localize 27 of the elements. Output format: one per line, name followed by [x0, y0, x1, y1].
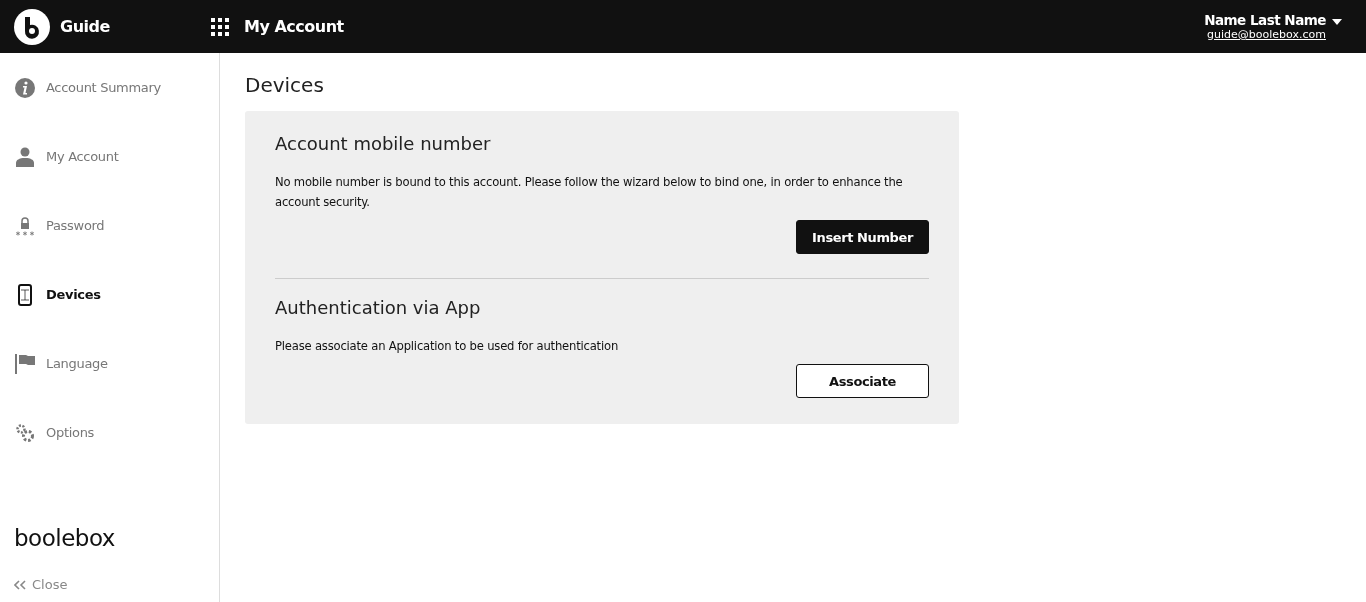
sidebar-item[interactable]: Password [0, 191, 219, 260]
user-icon [14, 145, 36, 168]
sidebar-item[interactable]: Account Summary [0, 53, 219, 122]
user-email[interactable]: guide@boolebox.com [1207, 28, 1326, 41]
action-button[interactable]: Insert Number [796, 220, 929, 254]
grid-icon[interactable] [210, 16, 230, 37]
page-title: Devices [245, 73, 325, 97]
logo-icon [14, 8, 50, 45]
brand-wordmark: boolebox [13, 525, 116, 551]
action-button[interactable]: Associate [796, 364, 929, 398]
sidebar-item[interactable]: Options [0, 398, 219, 467]
lock-icon [14, 214, 36, 237]
sidebar-item[interactable]: Devices [0, 260, 219, 329]
user-name[interactable]: Name Last Name [1204, 12, 1326, 28]
sidebar-item[interactable]: My Account [0, 122, 219, 191]
section-heading: Authentication via App [275, 297, 482, 318]
section-title: My Account [244, 17, 344, 36]
info-icon [14, 76, 36, 99]
section-description: Please associate an Application to be used for authentication [275, 338, 620, 355]
flag-icon [14, 352, 36, 375]
sidebar-item[interactable]: Language [0, 329, 219, 398]
close-link[interactable]: Close [0, 551, 219, 602]
section-heading: Account mobile number [275, 133, 492, 154]
section-description: No mobile number is bound to this account. Please follow the wizard below to bind one, in order to enhance the account security. [275, 174, 904, 211]
app-name: Guide [60, 17, 111, 36]
caret-icon[interactable] [1332, 19, 1342, 25]
double-chevron-icon [14, 579, 26, 590]
